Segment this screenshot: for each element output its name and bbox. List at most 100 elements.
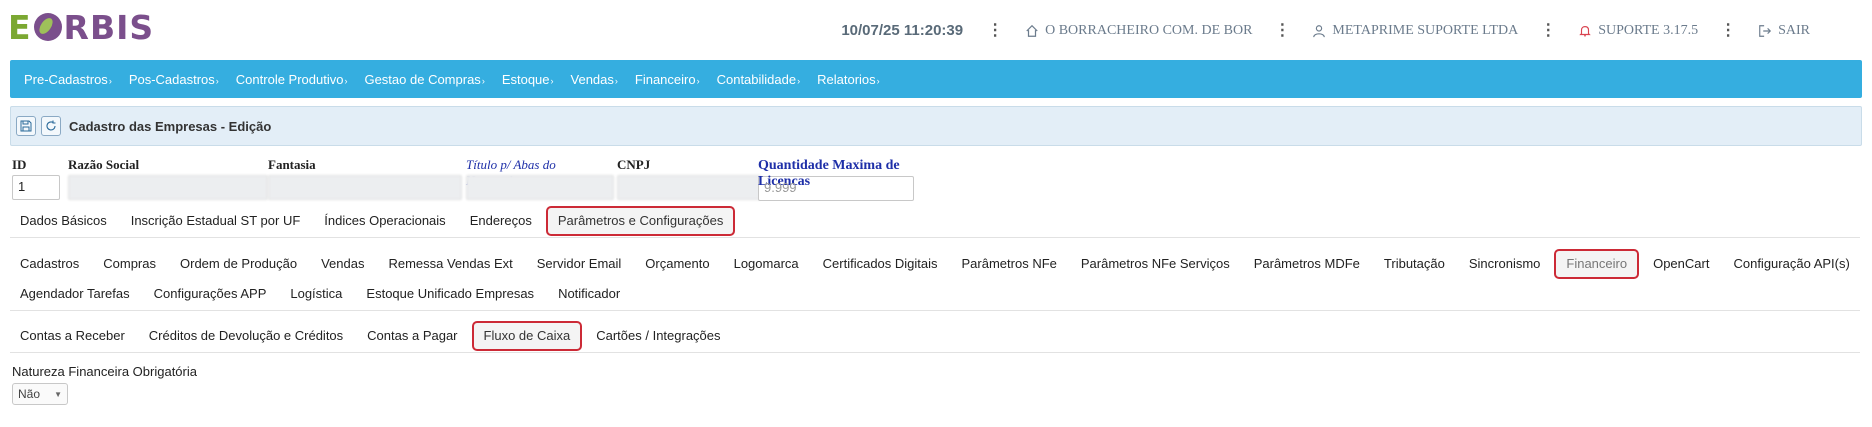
- bell-icon: [1579, 25, 1591, 36]
- kebab-menu-icon[interactable]: ⋮: [1720, 22, 1736, 38]
- tabs-divider: [10, 310, 1860, 311]
- tabs-divider: [10, 352, 1860, 353]
- nav-label: Pre-Cadastros: [24, 71, 108, 87]
- licencas-input[interactable]: 9.999: [758, 176, 914, 201]
- parametros-tabs: Cadastros Compras Ordem de Produção Vend…: [10, 249, 1860, 309]
- save-icon: [20, 120, 32, 132]
- save-button[interactable]: [16, 116, 36, 136]
- refresh-button[interactable]: [41, 116, 61, 136]
- id-input[interactable]: 1: [12, 175, 60, 200]
- tab-vendas[interactable]: Vendas: [311, 249, 374, 279]
- tab-opencart[interactable]: OpenCart: [1643, 249, 1719, 279]
- tab-configuracao-apis[interactable]: Configuração API(s): [1723, 249, 1859, 279]
- form-toolbar: Cadastro das Empresas - Edição: [10, 106, 1862, 146]
- chevron-right-icon: ›: [696, 75, 700, 86]
- tab-parametros-mdfe[interactable]: Parâmetros MDFe: [1244, 249, 1370, 279]
- tab-notificador[interactable]: Notificador: [548, 279, 630, 309]
- tab-indices-operacionais[interactable]: Índices Operacionais: [314, 206, 455, 236]
- refresh-icon: [46, 120, 56, 131]
- nav-contabilidade[interactable]: Contabilidade›: [717, 72, 801, 87]
- natureza-value: Não: [18, 387, 41, 401]
- tab-enderecos[interactable]: Endereços: [460, 206, 542, 236]
- tab-estoque-unificado[interactable]: Estoque Unificado Empresas: [356, 279, 544, 309]
- nav-gestao-compras[interactable]: Gestao de Compras›: [364, 72, 484, 87]
- cnpj-field-group: CNPJ: [617, 157, 761, 200]
- titulo-abas-label: Título p/ Abas do Navegador: [466, 157, 556, 188]
- tab-compras[interactable]: Compras: [93, 249, 166, 279]
- tab-logomarca[interactable]: Logomarca: [724, 249, 809, 279]
- tab-servidor-email[interactable]: Servidor Email: [527, 249, 632, 279]
- nav-label: Gestao de Compras: [364, 71, 481, 87]
- nav-pos-cadastros[interactable]: Pos-Cadastros›: [129, 72, 219, 87]
- tab-orcamento[interactable]: Orçamento: [635, 249, 719, 279]
- id-field-group: ID 1: [12, 157, 60, 200]
- chevron-down-icon: ▼: [54, 389, 62, 399]
- page-title: Cadastro das Empresas - Edição: [69, 118, 272, 134]
- nav-label: Relatorios: [817, 71, 876, 87]
- fantasia-input[interactable]: [268, 175, 462, 200]
- cnpj-input[interactable]: [617, 175, 761, 200]
- logout-icon: [1759, 24, 1772, 37]
- chevron-right-icon: ›: [876, 75, 880, 86]
- user-selector[interactable]: METAPRIME SUPORTE LTDA: [1312, 23, 1518, 39]
- support-link[interactable]: SUPORTE 3.17.5: [1578, 23, 1698, 39]
- nav-label: Financeiro: [634, 71, 696, 87]
- nav-label: Controle Produtivo: [235, 71, 344, 87]
- fantasia-label: Fantasia: [268, 157, 316, 172]
- titulo-abas-input[interactable]: [466, 175, 614, 200]
- natureza-select[interactable]: Não ▼: [12, 383, 68, 405]
- support-version: SUPORTE 3.17.5: [1598, 22, 1699, 38]
- tab-remessa-vendas-ext[interactable]: Remessa Vendas Ext: [378, 249, 522, 279]
- nav-relatorios[interactable]: Relatorios›: [817, 72, 880, 87]
- tab-inscricao-estadual[interactable]: Inscrição Estadual ST por UF: [121, 206, 311, 236]
- logo-letter-e: E: [8, 8, 32, 47]
- tab-logistica[interactable]: Logística: [280, 279, 352, 309]
- kebab-menu-icon[interactable]: ⋮: [987, 22, 1003, 38]
- nav-financeiro[interactable]: Financeiro›: [635, 72, 700, 87]
- tab-cadastros[interactable]: Cadastros: [10, 249, 89, 279]
- licencas-label: Quantidade Maxima de Licencas: [758, 158, 900, 189]
- tab-parametros-configuracoes[interactable]: Parâmetros e Configurações: [545, 206, 736, 236]
- nav-estoque[interactable]: Estoque›: [502, 72, 554, 87]
- logout-button[interactable]: SAIR: [1758, 23, 1810, 39]
- home-icon: [1026, 24, 1038, 37]
- fantasia-field-group: Fantasia: [268, 157, 462, 200]
- tab-certificados-digitais[interactable]: Certificados Digitais: [813, 249, 948, 279]
- nav-vendas[interactable]: Vendas›: [571, 72, 618, 87]
- nav-controle-produtivo[interactable]: Controle Produtivo›: [236, 72, 348, 87]
- tab-parametros-nfe[interactable]: Parâmetros NFe: [952, 249, 1067, 279]
- tab-financeiro[interactable]: Financeiro: [1554, 249, 1640, 279]
- tab-tributacao[interactable]: Tributação: [1374, 249, 1455, 279]
- tab-contas-receber[interactable]: Contas a Receber: [10, 321, 135, 351]
- tab-sincronismo[interactable]: Sincronismo: [1459, 249, 1551, 279]
- tab-cartoes-integracoes[interactable]: Cartões / Integrações: [586, 321, 730, 351]
- razao-social-label: Razão Social: [68, 157, 140, 172]
- tab-configuracoes-app[interactable]: Configurações APP: [144, 279, 277, 309]
- chevron-right-icon: ›: [344, 75, 348, 86]
- tab-parametros-nfe-servicos[interactable]: Parâmetros NFe Serviços: [1071, 249, 1240, 279]
- kebab-menu-icon[interactable]: ⋮: [1274, 22, 1290, 38]
- nav-pre-cadastros[interactable]: Pre-Cadastros›: [24, 72, 112, 87]
- chevron-right-icon: ›: [215, 75, 219, 86]
- tab-agendador-tarefas[interactable]: Agendador Tarefas: [10, 279, 140, 309]
- nav-label: Pos-Cadastros: [128, 71, 215, 87]
- tab-ordem-producao[interactable]: Ordem de Produção: [170, 249, 307, 279]
- tab-dados-basicos[interactable]: Dados Básicos: [10, 206, 117, 236]
- id-label: ID: [12, 157, 27, 172]
- logo-globe-icon: [33, 13, 62, 41]
- tab-creditos-devolucao[interactable]: Créditos de Devolução e Créditos: [139, 321, 353, 351]
- store-name: O BORRACHEIRO COM. DE BOR: [1045, 22, 1253, 38]
- razao-social-input[interactable]: [68, 175, 268, 200]
- kebab-menu-icon[interactable]: ⋮: [1540, 22, 1556, 38]
- nav-label: Estoque: [501, 71, 550, 87]
- tab-fluxo-caixa[interactable]: Fluxo de Caixa: [471, 321, 583, 351]
- eorbis-logo: E RBIS: [8, 8, 154, 48]
- header-info: 10/07/25 11:20:39 ⋮ O BORRACHEIRO COM. D…: [841, 22, 1832, 39]
- tab-contas-pagar[interactable]: Contas a Pagar: [357, 321, 467, 351]
- store-selector[interactable]: O BORRACHEIRO COM. DE BOR: [1025, 23, 1252, 39]
- user-icon: [1313, 24, 1326, 37]
- nav-label: Contabilidade: [716, 71, 797, 87]
- main-nav: Pre-Cadastros› Pos-Cadastros› Controle P…: [10, 60, 1862, 98]
- tabs-divider: [10, 237, 1860, 238]
- chevron-right-icon: ›: [614, 75, 618, 86]
